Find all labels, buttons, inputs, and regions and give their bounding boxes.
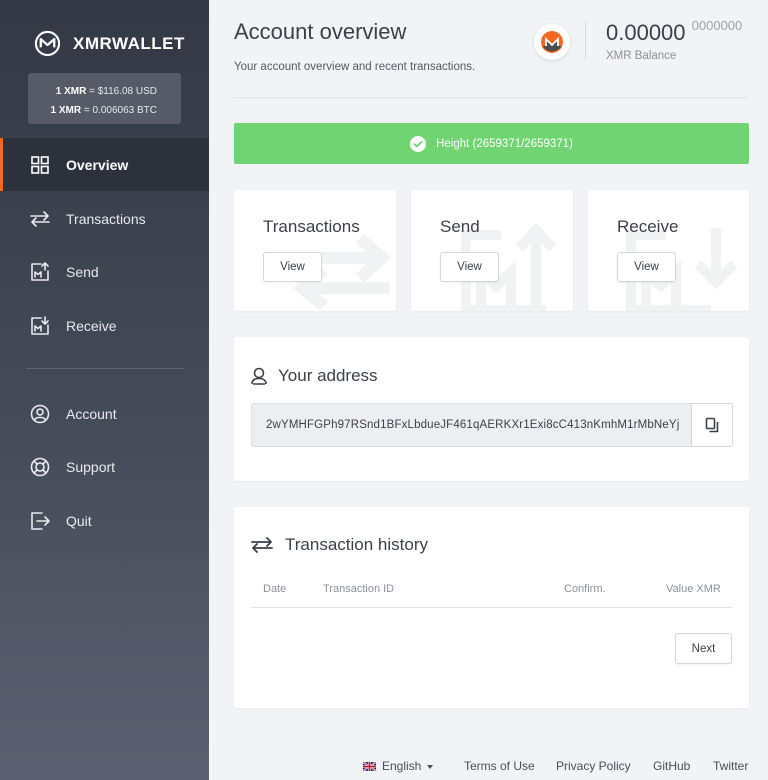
footer-link-twitter[interactable]: Twitter — [713, 759, 748, 773]
user-circle-icon — [30, 404, 50, 423]
sidebar-item-overview[interactable]: Overview — [0, 138, 209, 191]
sidebar-item-send[interactable]: Send — [0, 245, 209, 298]
column-header-transaction-id[interactable]: Transaction ID — [323, 583, 394, 595]
footer-link-privacy[interactable]: Privacy Policy — [556, 759, 631, 773]
exchange-rates: 1 XMR = $116.08 USD 1 XMR = 0.006063 BTC — [28, 73, 181, 124]
rate-usd: 1 XMR = $116.08 USD — [55, 86, 157, 97]
copy-address-button[interactable] — [691, 403, 733, 447]
swap-arrows-icon — [30, 210, 50, 227]
table-header-divider — [251, 607, 732, 608]
page-title: Account overview — [234, 19, 407, 44]
sidebar-item-label: Transactions — [66, 210, 146, 227]
receive-card-title: Receive — [617, 217, 679, 236]
sync-status-text: Height (2659371/2659371) — [436, 137, 573, 150]
grid-icon — [31, 155, 49, 174]
header-separator — [234, 97, 749, 98]
sidebar-item-support[interactable]: Support — [0, 440, 209, 493]
sidebar-item-transactions[interactable]: Transactions — [0, 192, 209, 245]
lifebuoy-icon — [30, 457, 50, 476]
balance-label: XMR Balance — [606, 50, 677, 62]
transactions-card-title: Transactions — [263, 217, 360, 236]
page-subtitle: Your account overview and recent transac… — [234, 61, 476, 73]
sidebar-item-label: Overview — [66, 156, 129, 173]
sidebar-item-label: Send — [66, 263, 99, 280]
sidebar-item-account[interactable]: Account — [0, 387, 209, 440]
view-transactions-button[interactable]: View — [263, 252, 322, 282]
swap-arrows-icon — [251, 537, 273, 553]
sidebar-item-label: Receive — [66, 317, 117, 334]
sidebar-item-label: Support — [66, 458, 116, 475]
view-receive-button[interactable]: View — [617, 252, 676, 282]
send-chart-icon — [31, 261, 49, 281]
next-page-button[interactable]: Next — [675, 633, 732, 664]
column-header-confirm[interactable]: Confirm. — [564, 583, 606, 595]
receive-chart-icon — [31, 315, 49, 335]
sidebar-item-label: Quit — [66, 512, 92, 529]
view-send-button[interactable]: View — [440, 252, 499, 282]
address-title: Your address — [278, 366, 378, 385]
address-card: Your address 2wYMHFGPh97RSnd1BFxLbdueJF4… — [234, 337, 749, 481]
footer-link-terms[interactable]: Terms of Use — [464, 759, 535, 773]
user-pin-icon — [251, 367, 267, 385]
sidebar-divider — [26, 368, 184, 369]
logout-icon — [31, 511, 50, 530]
column-header-date[interactable]: Date — [263, 583, 286, 595]
copy-icon — [705, 417, 719, 433]
send-card-title: Send — [440, 217, 480, 236]
language-selector[interactable]: English — [382, 759, 421, 773]
sidebar: XMRWALLET 1 XMR = $116.08 USD 1 XMR = 0.… — [0, 0, 209, 780]
brand[interactable]: XMRWALLET — [34, 30, 185, 57]
receive-card: Receive View — [588, 190, 749, 311]
chevron-down-icon — [427, 765, 433, 769]
transaction-history-card: Transaction history Date Transaction ID … — [234, 507, 749, 708]
check-circle-icon — [410, 135, 427, 152]
transactions-card: Transactions View — [234, 190, 396, 311]
header-divider — [585, 22, 586, 60]
uk-flag-icon — [363, 762, 376, 771]
sidebar-item-receive[interactable]: Receive — [0, 299, 209, 352]
rate-btc: 1 XMR = 0.006063 BTC — [50, 105, 157, 116]
sidebar-item-quit[interactable]: Quit — [0, 494, 209, 547]
send-card: Send View — [411, 190, 573, 311]
column-header-value[interactable]: Value XMR — [666, 583, 721, 595]
address-field[interactable]: 2wYMHFGPh97RSnd1BFxLbdueJF461qAERKXr1Exi… — [251, 403, 691, 447]
brand-name: XMRWALLET — [73, 33, 185, 53]
footer-link-github[interactable]: GitHub — [653, 759, 690, 773]
transaction-history-title: Transaction history — [285, 535, 428, 554]
balance-value: 0.00000 0000000 — [606, 18, 743, 45]
sync-status-banner: Height (2659371/2659371) — [234, 123, 749, 164]
sidebar-item-label: Account — [66, 405, 117, 422]
monero-coin-icon — [534, 24, 570, 60]
monero-m-logo-icon — [34, 30, 61, 57]
